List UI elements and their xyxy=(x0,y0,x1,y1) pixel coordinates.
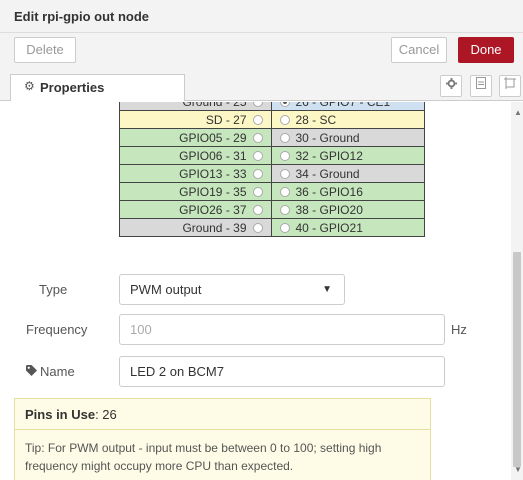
type-select-value: PWM output xyxy=(130,282,202,297)
pin-radio[interactable] xyxy=(279,132,290,143)
pin-label-left: Ground - 39 xyxy=(182,220,247,235)
chevron-down-icon: ▼ xyxy=(322,284,332,295)
pin-cell-right[interactable]: 32 - GPIO12 xyxy=(270,146,425,165)
pin-cell-right[interactable]: 36 - GPIO16 xyxy=(270,182,425,201)
delete-button[interactable]: Delete xyxy=(14,37,76,63)
pin-label-right: 34 - Ground xyxy=(295,166,360,181)
pin-cell-right[interactable]: 40 - GPIO21 xyxy=(270,218,425,237)
pin-radio[interactable] xyxy=(252,114,263,125)
pin-cell-left[interactable]: GPIO13 - 33 xyxy=(119,164,272,183)
type-select[interactable]: PWM output ▼ xyxy=(119,274,345,305)
pin-radio[interactable] xyxy=(279,102,290,107)
pin-label-right: 28 - SC xyxy=(295,112,337,127)
pin-radio[interactable] xyxy=(279,204,290,215)
done-button[interactable]: Done xyxy=(458,37,514,63)
name-label-wrap: Name xyxy=(26,364,75,379)
pin-row: GPIO13 - 33 34 - Ground xyxy=(119,164,425,183)
pin-row: Ground - 39 40 - GPIO21 xyxy=(119,218,425,237)
pin-radio[interactable] xyxy=(279,222,290,233)
tab-properties[interactable]: ⚙ Properties xyxy=(10,74,185,101)
tip-panel: Tip: For PWM output - input must be betw… xyxy=(14,430,431,480)
pin-cell-left[interactable]: GPIO19 - 35 xyxy=(119,182,272,201)
tag-icon xyxy=(26,365,37,379)
pin-cell-right[interactable]: 30 - Ground xyxy=(270,128,425,147)
pin-label-left: GPIO26 - 37 xyxy=(179,202,247,217)
pin-cell-left[interactable]: Ground - 39 xyxy=(119,218,272,237)
pin-radio[interactable] xyxy=(252,222,263,233)
pin-cell-left[interactable]: Ground - 25 xyxy=(119,102,272,111)
pin-row: Ground - 25 26 - GPIO7 - CE1 xyxy=(119,102,425,111)
pin-row: GPIO05 - 29 30 - Ground xyxy=(119,128,425,147)
scrollbar-thumb[interactable] xyxy=(513,252,521,467)
pin-cell-right[interactable]: 34 - Ground xyxy=(270,164,425,183)
pins-in-use-panel: Pins in Use: 26 xyxy=(14,398,431,430)
gear-icon: ⚙ xyxy=(24,79,35,93)
pin-cell-right[interactable]: 28 - SC xyxy=(270,110,425,129)
layout-icon[interactable] xyxy=(499,75,521,97)
pin-cell-left[interactable]: SD - 27 xyxy=(119,110,272,129)
pin-label-right: 32 - GPIO12 xyxy=(295,148,363,163)
gpio-pin-table: Ground - 25 26 - GPIO7 - CE1 SD - 27 28 - S… xyxy=(119,102,425,237)
pin-radio[interactable] xyxy=(279,168,290,179)
pin-radio[interactable] xyxy=(252,132,263,143)
pin-radio[interactable] xyxy=(252,186,263,197)
pin-label-left: GPIO06 - 31 xyxy=(179,148,247,163)
pin-row: GPIO19 - 35 36 - GPIO16 xyxy=(119,182,425,201)
scroll-up-icon[interactable]: ▲ xyxy=(514,108,522,117)
pin-label-right: 38 - GPIO20 xyxy=(295,202,363,217)
pin-cell-left[interactable]: GPIO05 - 29 xyxy=(119,128,272,147)
scrollbar[interactable]: ▲ ▼ xyxy=(511,102,523,480)
properties-panel: Ground - 25 26 - GPIO7 - CE1 SD - 27 28 - S… xyxy=(14,102,509,480)
pin-label-right: 36 - GPIO16 xyxy=(295,184,363,199)
dialog-title: Edit rpi-gpio out node xyxy=(14,9,150,24)
pin-label-right: 30 - Ground xyxy=(295,130,360,145)
scroll-down-icon[interactable]: ▼ xyxy=(514,465,522,474)
pin-cell-right[interactable]: 26 - GPIO7 - CE1 xyxy=(270,102,425,111)
gear-icon[interactable] xyxy=(440,75,462,97)
pin-label-left: SD - 27 xyxy=(205,112,247,127)
pin-radio[interactable] xyxy=(252,102,263,107)
dialog-toolbar: Delete Cancel Done xyxy=(0,33,523,69)
document-icon[interactable] xyxy=(470,75,492,97)
pin-row: GPIO26 - 37 38 - GPIO20 xyxy=(119,200,425,219)
frequency-input[interactable]: 100 xyxy=(119,314,445,345)
pin-cell-left[interactable]: GPIO26 - 37 xyxy=(119,200,272,219)
frequency-placeholder: 100 xyxy=(130,322,152,337)
pin-radio[interactable] xyxy=(279,114,290,125)
pin-label-left: Ground - 25 xyxy=(182,102,246,109)
pin-cell-left[interactable]: GPIO06 - 31 xyxy=(119,146,272,165)
pin-label-right: 26 - GPIO7 - CE1 xyxy=(296,102,391,109)
dialog-header: Edit rpi-gpio out node xyxy=(0,0,523,33)
name-value: LED 2 on BCM7 xyxy=(130,364,224,379)
type-label: Type xyxy=(39,282,68,297)
tab-bar: ⚙ Properties xyxy=(0,69,523,101)
frequency-unit: Hz xyxy=(451,322,467,337)
pin-label-right: 40 - GPIO21 xyxy=(295,220,363,235)
frequency-label: Frequency xyxy=(26,322,88,337)
pin-label-left: GPIO05 - 29 xyxy=(179,130,247,145)
pin-radio[interactable] xyxy=(279,186,290,197)
pins-in-use-value: : 26 xyxy=(95,407,117,422)
tab-properties-label: Properties xyxy=(40,80,105,95)
pin-cell-right[interactable]: 38 - GPIO20 xyxy=(270,200,425,219)
pin-row: GPIO06 - 31 32 - GPIO12 xyxy=(119,146,425,165)
pin-radio[interactable] xyxy=(279,150,290,161)
pin-radio[interactable] xyxy=(252,150,263,161)
cancel-button[interactable]: Cancel xyxy=(391,37,447,63)
pins-in-use-label: Pins in Use xyxy=(25,407,96,422)
pin-label-left: GPIO13 - 33 xyxy=(179,166,247,181)
pin-label-left: GPIO19 - 35 xyxy=(179,184,247,199)
name-input[interactable]: LED 2 on BCM7 xyxy=(119,356,445,387)
pin-radio[interactable] xyxy=(252,168,263,179)
pin-radio[interactable] xyxy=(252,204,263,215)
pin-row: SD - 27 28 - SC xyxy=(119,110,425,129)
name-label: Name xyxy=(40,364,75,379)
